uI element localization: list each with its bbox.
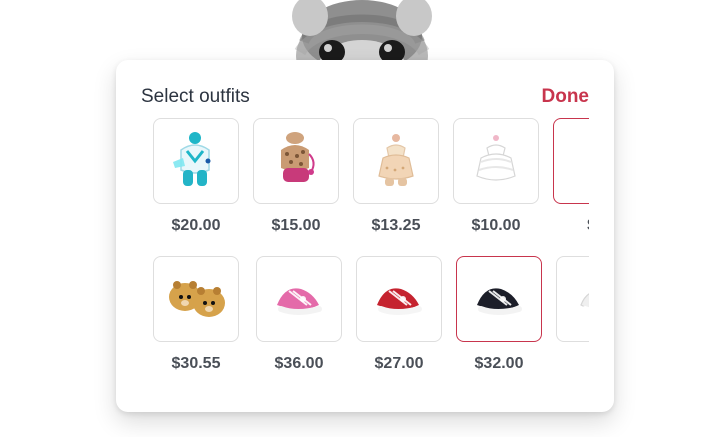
outfit-thumbnail-selected[interactable] bbox=[553, 118, 589, 204]
outfit-price: $10.00 bbox=[471, 217, 521, 234]
outfit-thumbnail[interactable] bbox=[556, 256, 589, 342]
outfit-price: $15.00 bbox=[271, 217, 321, 234]
black-sneakers-icon bbox=[477, 288, 522, 315]
white-shoes-icon bbox=[580, 293, 589, 314]
panel-header: Select outfits Done bbox=[141, 85, 589, 109]
outfit-price: $32.00 bbox=[474, 355, 524, 372]
pink-sneakers-icon bbox=[277, 288, 322, 315]
outfit-thumbnail[interactable] bbox=[256, 256, 342, 342]
outfit-item[interactable]: $27.00 bbox=[356, 256, 444, 386]
done-button[interactable]: Done bbox=[542, 85, 590, 109]
outfit-thumbnail[interactable] bbox=[253, 118, 339, 204]
outfit-item[interactable]: $36.00 bbox=[256, 256, 344, 386]
outfit-thumbnail[interactable] bbox=[153, 256, 239, 342]
outfit-thumbnail[interactable] bbox=[153, 118, 239, 204]
outfit-price: $13.25 bbox=[371, 217, 421, 234]
medical-scrubs-icon bbox=[173, 132, 211, 186]
outfit-thumbnail[interactable] bbox=[353, 118, 439, 204]
outfit-item[interactable]: $32.00 bbox=[456, 256, 544, 386]
leopard-outfit-icon bbox=[281, 132, 315, 182]
black-outfit-icon bbox=[569, 128, 589, 194]
outfit-item[interactable]: $30.55 bbox=[153, 256, 241, 386]
outfit-item[interactable]: $7 bbox=[553, 118, 589, 248]
outfit-item[interactable]: $1 bbox=[556, 256, 589, 386]
outfit-item[interactable]: $15.00 bbox=[253, 118, 341, 248]
outfit-price: $7 bbox=[553, 216, 589, 236]
outfit-price: $36.00 bbox=[274, 355, 324, 372]
outfit-price: $27.00 bbox=[374, 355, 424, 372]
outfits-scroller[interactable]: $20.00 $15.00 $13.25 $10.00 $30.55 $36.0… bbox=[153, 118, 589, 398]
panel-title: Select outfits bbox=[141, 86, 250, 107]
bear-slippers-icon bbox=[169, 281, 225, 317]
outfit-item[interactable]: $13.25 bbox=[353, 118, 441, 248]
outfit-thumbnail-selected[interactable] bbox=[456, 256, 542, 342]
red-sneakers-icon bbox=[377, 288, 422, 315]
outfit-selector-screen: Select outfits Done $20.00 $15.00 $13.25… bbox=[0, 0, 721, 437]
outfits-panel: Select outfits Done $20.00 $15.00 $13.25… bbox=[116, 60, 614, 412]
outfit-thumbnail[interactable] bbox=[356, 256, 442, 342]
beige-dress-icon bbox=[378, 134, 414, 186]
outfit-price: $30.55 bbox=[171, 355, 221, 372]
outfit-item[interactable]: $20.00 bbox=[153, 118, 241, 248]
outfit-price: $1 bbox=[556, 354, 589, 374]
outfit-thumbnail[interactable] bbox=[453, 118, 539, 204]
outfit-item[interactable]: $10.00 bbox=[453, 118, 541, 248]
white-dress-icon bbox=[476, 135, 516, 181]
outfit-price: $20.00 bbox=[171, 217, 221, 234]
